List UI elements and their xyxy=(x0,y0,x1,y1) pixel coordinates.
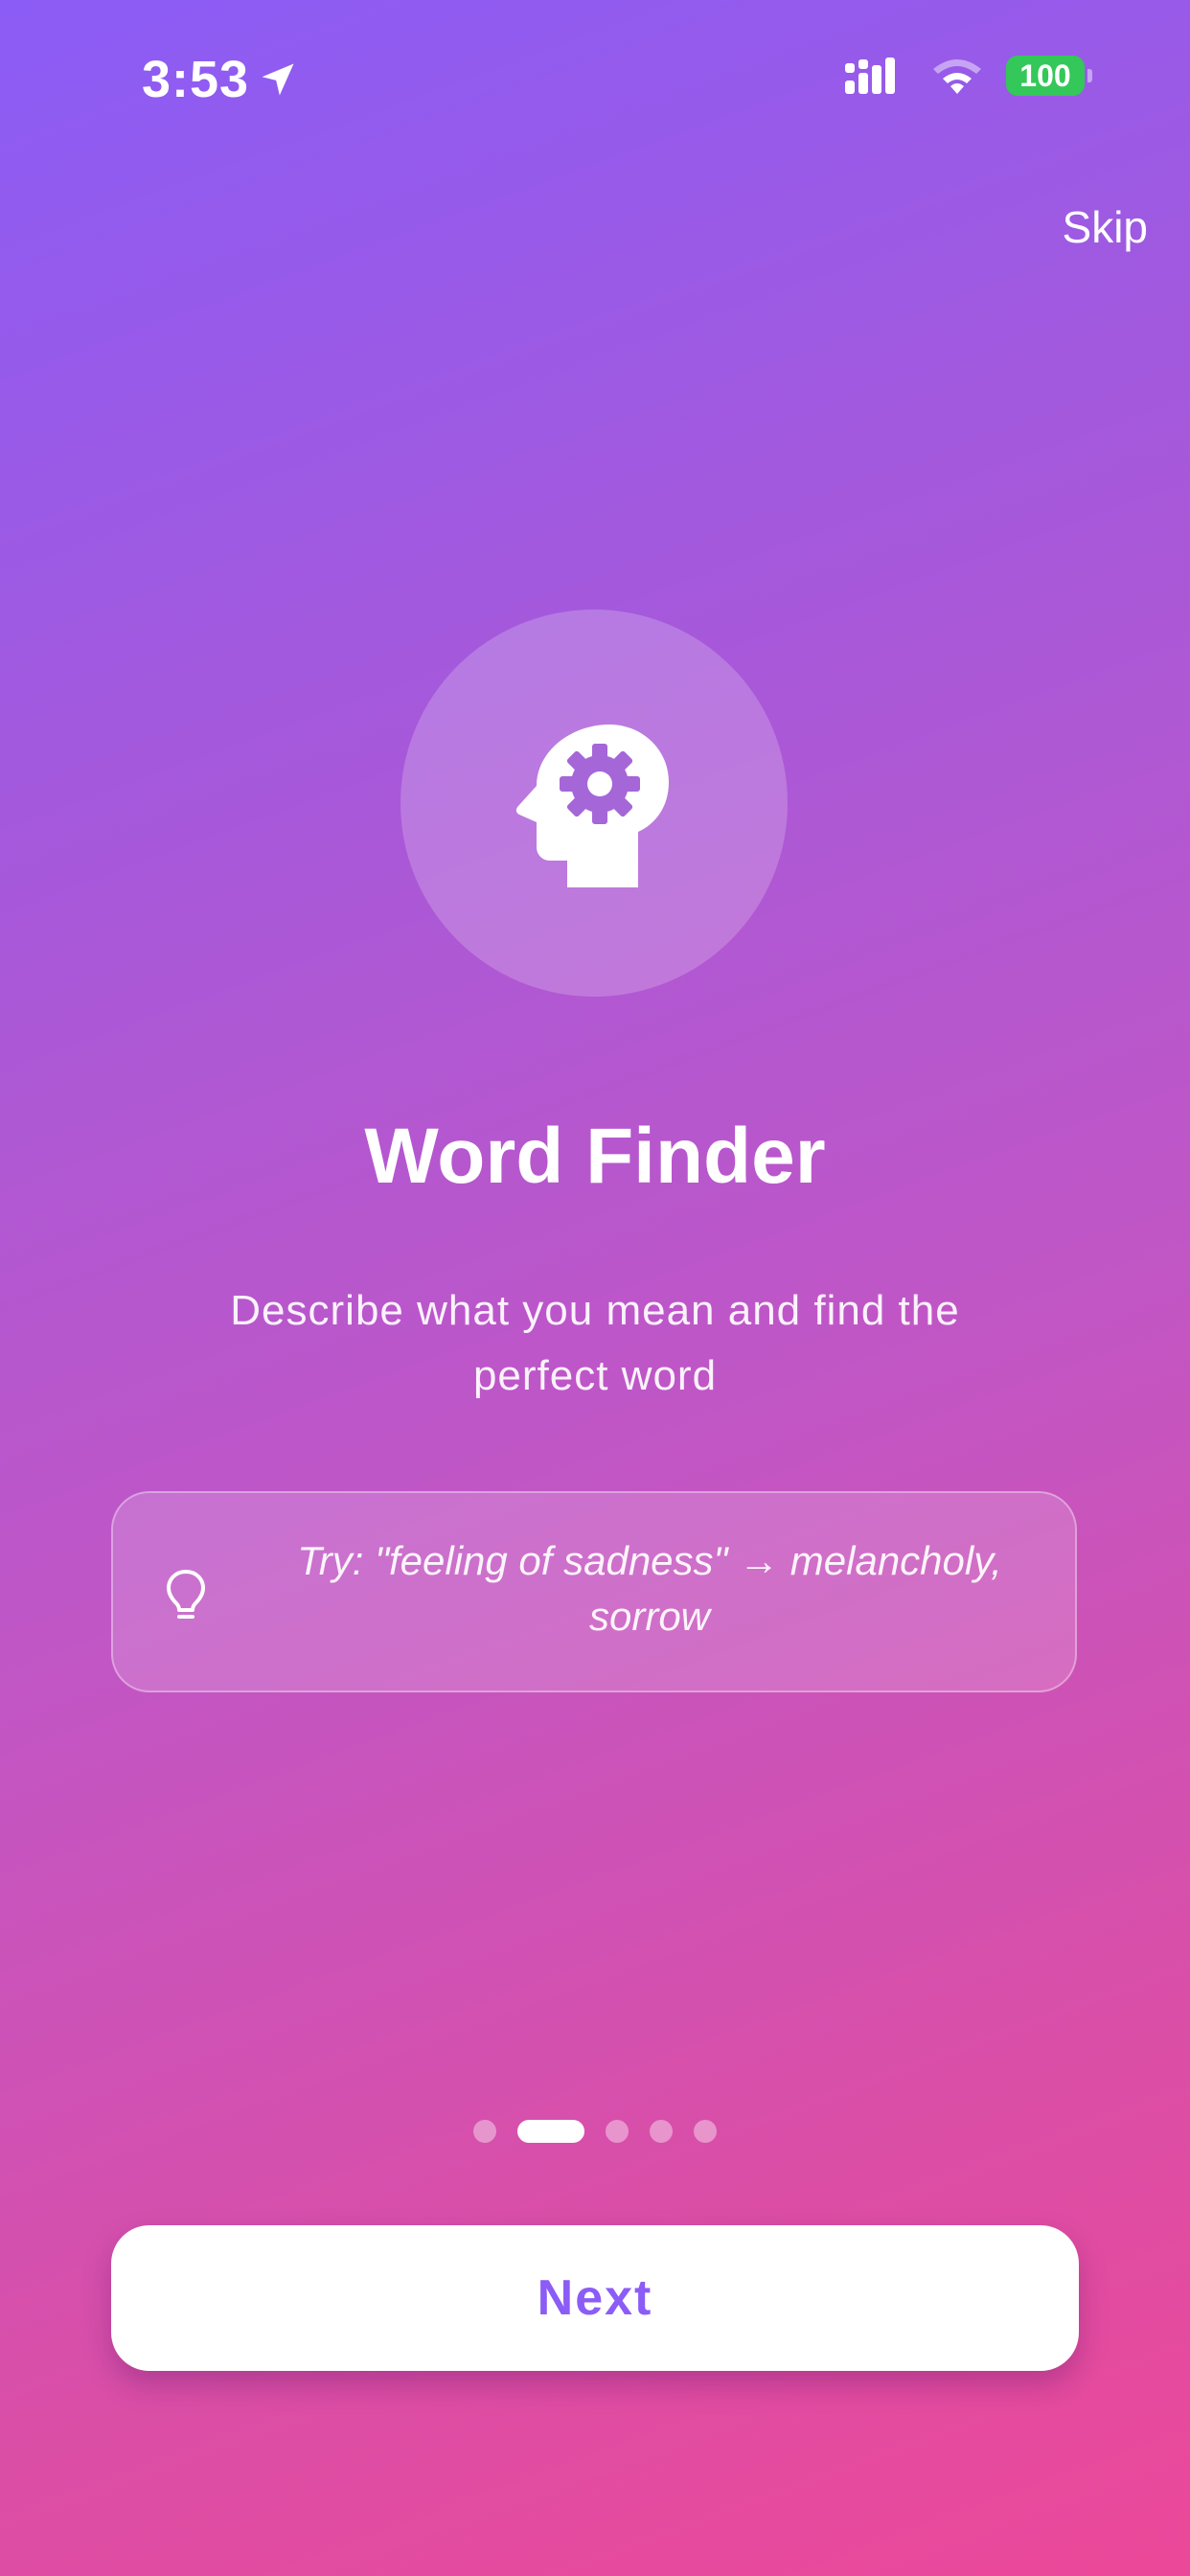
next-button[interactable]: Next xyxy=(111,2225,1079,2371)
status-time-text: 3:53 xyxy=(142,51,250,108)
page-dot-1[interactable] xyxy=(473,2120,496,2143)
head-gear-icon xyxy=(515,724,669,887)
page-dot-5[interactable] xyxy=(694,2120,717,2143)
lightbulb-icon xyxy=(167,1570,205,1619)
battery-level: 100 xyxy=(1019,58,1071,93)
skip-button[interactable]: Skip xyxy=(1063,201,1148,253)
page-indicator xyxy=(0,2120,1190,2143)
example-tip-card: Try: "feeling of sadness" → melancholy, … xyxy=(111,1491,1077,1692)
example-tip-text: Try: "feeling of sadness" → melancholy, … xyxy=(297,1538,1002,1639)
battery-icon: 100 xyxy=(1006,56,1092,96)
page-subtitle: Describe what you mean and find the perf… xyxy=(230,1287,960,1399)
status-bar: 3:53 100 xyxy=(0,0,1190,163)
page-dot-3[interactable] xyxy=(606,2120,629,2143)
signal-icon xyxy=(845,58,895,94)
page-dot-2-active[interactable] xyxy=(517,2120,584,2143)
hero-icon-circle xyxy=(400,610,788,997)
page-title: Word Finder xyxy=(364,1113,826,1200)
status-indicators: 100 xyxy=(845,56,1092,96)
page-dot-4[interactable] xyxy=(650,2120,673,2143)
wifi-icon xyxy=(933,59,981,94)
status-time: 3:53 xyxy=(142,50,299,109)
location-arrow-icon xyxy=(262,63,294,96)
